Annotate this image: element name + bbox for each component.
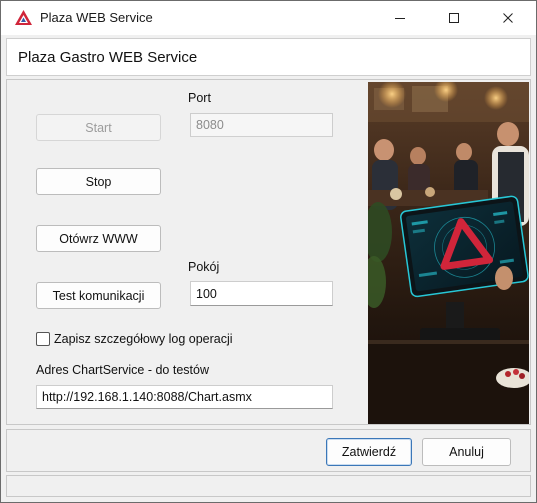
test-communication-button[interactable]: Test komunikacji (36, 282, 161, 309)
title-bar[interactable]: Plaza WEB Service (1, 1, 536, 35)
close-icon (502, 12, 514, 24)
page-title: Plaza Gastro WEB Service (18, 49, 198, 66)
window-title: Plaza WEB Service (40, 10, 153, 25)
status-strip (6, 475, 531, 497)
start-button[interactable]: Start (36, 114, 161, 141)
minimize-icon (394, 12, 406, 24)
dialog-footer: Zatwierdź Anuluj (6, 429, 531, 472)
confirm-button[interactable]: Zatwierdź (326, 438, 412, 466)
stop-button[interactable]: Stop (36, 168, 161, 195)
room-field[interactable]: 100 (190, 281, 333, 306)
port-label: Port (188, 91, 211, 105)
close-button[interactable] (485, 1, 531, 35)
port-field[interactable]: 8080 (190, 113, 333, 137)
detailed-log-label[interactable]: Zapisz szczegółowy log operacji (54, 332, 233, 346)
open-www-button[interactable]: Otówrz WWW (36, 225, 161, 252)
app-window: Plaza WEB Service Plaza Gastro WEB Servi… (0, 0, 537, 503)
minimize-button[interactable] (377, 1, 423, 35)
detailed-log-checkbox[interactable] (36, 332, 50, 346)
chart-service-field[interactable]: http://192.168.1.140:8088/Chart.asmx (36, 385, 333, 409)
room-label: Pokój (188, 260, 220, 274)
plaza-logo-icon (14, 9, 33, 27)
maximize-icon (448, 12, 460, 24)
restaurant-promo-image (368, 82, 529, 424)
maximize-button[interactable] (431, 1, 477, 35)
settings-panel: Start Port 8080 Stop Otówrz WWW Pokój 10… (6, 79, 531, 425)
header-panel: Plaza Gastro WEB Service (6, 38, 531, 76)
cancel-button[interactable]: Anuluj (422, 438, 511, 466)
chart-service-label: Adres ChartService - do testów (36, 363, 209, 377)
